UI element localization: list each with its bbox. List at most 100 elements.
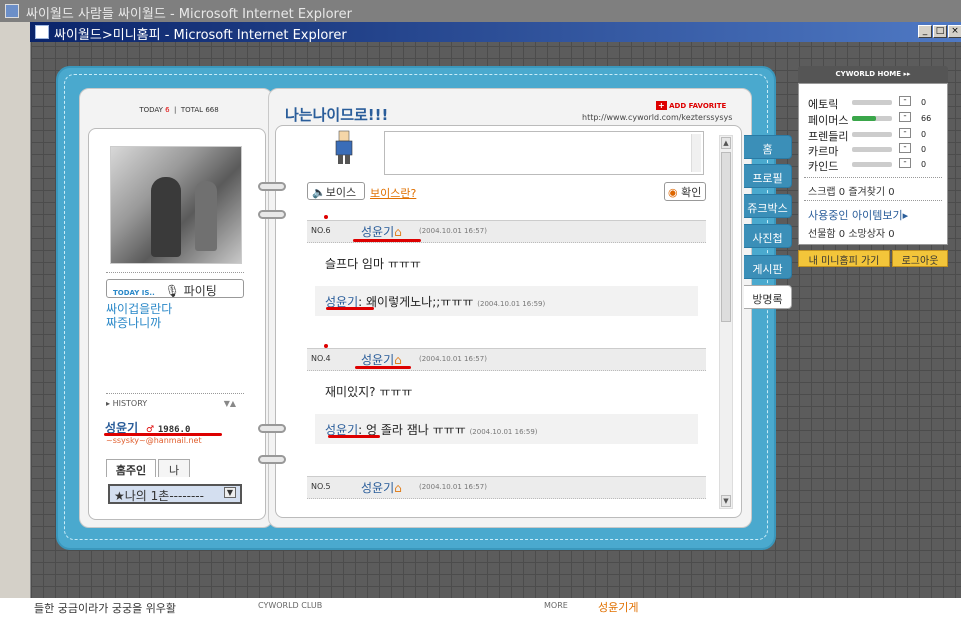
history-arrows-icon[interactable]: ▼▲ (224, 399, 236, 408)
tab-board[interactable]: 게시판 (744, 255, 792, 279)
guestbook-entry: NO.6 성윤기⌂ (2004.10.01 16:57) 슬프다 임마 ㅠㅠㅠ … (307, 220, 706, 332)
tab-home[interactable]: 홈 (744, 135, 792, 159)
mood-text: 파이팅 (183, 284, 217, 298)
cyworld-home-title[interactable]: CYWORLD HOME ▸▸ (798, 66, 948, 83)
entry-text: 슬프다 임마 ㅠㅠㅠ (325, 257, 421, 271)
stat-label: 카인드 (808, 160, 839, 173)
entry-number: NO.4 (311, 354, 331, 363)
home-icon[interactable]: ⌂ (394, 481, 402, 495)
profile-message: 싸이겁을란다 짜증나니까 (106, 302, 256, 330)
home-icon[interactable]: ⌂ (394, 353, 402, 367)
tab-guestbook[interactable]: 방명록 (744, 285, 792, 309)
scroll-up-icon[interactable]: ▲ (721, 137, 731, 149)
voice-button[interactable]: 🔈보이스 (307, 182, 365, 200)
history-label: HISTORY (112, 399, 148, 408)
stat-bar (852, 147, 892, 152)
stat-value: 66 (921, 114, 932, 123)
stat-label: 카르마 (808, 145, 839, 158)
reply-time: (2004.10.01 16:59) (469, 428, 538, 436)
window-title: 싸이월드>미니홈피 - Microsoft Internet Explorer (54, 28, 347, 43)
outer-name[interactable]: 성윤기게 (598, 599, 638, 615)
guestbook-scrollbar[interactable]: ▲ ▼ (719, 135, 733, 509)
plus-icon: + (656, 101, 667, 110)
confirm-button-label: 확인 (681, 186, 702, 199)
guestbook-textarea[interactable] (384, 131, 704, 175)
stat-bar (852, 132, 892, 137)
ie-icon (35, 25, 49, 39)
hompy-url[interactable]: http://www.cyworld.com/kezterssysys (582, 113, 732, 122)
logout-button[interactable]: 로그아웃 (892, 250, 948, 267)
voice-button-label: 보이스 (325, 186, 357, 199)
entry-reply: 성윤기: 엉 졸라 잼나 ㅠㅠㅠ (2004.10.01 16:59) (315, 414, 698, 444)
tab-profile[interactable]: 프로필 (744, 164, 792, 188)
stat-value: 0 (921, 130, 927, 139)
stat-value: 0 (921, 160, 927, 169)
today-is-label: TODAY IS.. (113, 289, 155, 297)
visitor-counter: TODAY 6 | TOTAL 668 (139, 106, 219, 114)
stat-bar (852, 162, 892, 167)
entry-time: (2004.10.01 16:57) (419, 227, 487, 235)
maximize-button[interactable]: □ (933, 25, 947, 38)
tab-jukebox[interactable]: 쥬크박스 (744, 194, 792, 218)
dropdown-arrow-icon[interactable]: ▼ (223, 487, 236, 498)
stat-value: 0 (921, 98, 927, 107)
today-count: 6 (165, 106, 170, 114)
red-dot (324, 344, 328, 348)
stat-bar-fill (852, 116, 876, 121)
items-link-label: 사용중인 아이템보기 (808, 209, 903, 222)
add-favorite-label: ADD FAVORITE (669, 102, 727, 110)
history-header[interactable]: ▸ HISTORY ▼▲ (106, 399, 236, 408)
binder-ring (258, 182, 286, 191)
total-label: TOTAL (180, 106, 204, 114)
club-label[interactable]: CYWORLD CLUB (258, 601, 322, 610)
entry-author[interactable]: 성윤기⌂ (361, 223, 402, 240)
more-link[interactable]: MORE (544, 601, 568, 610)
outer-window-title-text: 싸이월드 사람들 싸이월드 - Microsoft Internet Explo… (26, 7, 352, 22)
stat-minus-button[interactable]: - (899, 96, 911, 106)
today-is-box[interactable]: TODAY IS.. 🎙 파이팅 (106, 279, 244, 298)
scrap-info[interactable]: 스크랩 0 즐겨찾기 0 (808, 183, 895, 198)
stat-minus-button[interactable]: - (899, 128, 911, 138)
outer-window-toolbar (0, 22, 30, 619)
red-underline (353, 239, 421, 242)
stat-minus-button[interactable]: - (899, 158, 911, 168)
entry-author[interactable]: 성윤기⌂ (361, 479, 402, 496)
gift-info[interactable]: 선물함 0 소망상자 0 (808, 225, 895, 240)
hompy-title: 나는나이므로!!! (285, 106, 389, 124)
outer-window-title: 싸이월드 사람들 싸이월드 - Microsoft Internet Explo… (0, 0, 961, 22)
binder-ring (258, 210, 286, 219)
tab-owner[interactable]: 홈주인 (106, 459, 156, 477)
scroll-thumb[interactable] (721, 152, 731, 322)
divider (106, 272, 244, 273)
arrow-right-icon: ▸ (902, 209, 909, 222)
items-link[interactable]: 사용중인 아이템보기▸ (808, 207, 908, 223)
owner-email[interactable]: ~ssysky~@hanmail.net (106, 436, 202, 445)
ilchon-select[interactable]: ★나의 1촌-------- ▼ (108, 484, 242, 504)
add-favorite-link[interactable]: + ADD FAVORITE (656, 101, 726, 110)
minimize-button[interactable]: _ (918, 25, 932, 38)
guestbook-entry: NO.5 성윤기⌂ (2004.10.01 16:57) (307, 476, 706, 508)
stat-bar (852, 116, 892, 121)
scroll-down-icon[interactable]: ▼ (721, 495, 731, 507)
stat-label: 페이머스 (808, 114, 849, 127)
my-minihome-button[interactable]: 내 미니홈피 가기 (798, 250, 890, 267)
confirm-button[interactable]: ◉ 확인 (664, 182, 706, 201)
entry-number: NO.6 (311, 226, 331, 235)
entry-number: NO.5 (311, 482, 331, 491)
cyworld-home-label: CYWORLD HOME (835, 70, 902, 78)
textarea-scrollbar[interactable] (691, 134, 701, 172)
total-count: 668 (205, 106, 219, 114)
stat-minus-button[interactable]: - (899, 143, 911, 153)
stat-value: 0 (921, 145, 927, 154)
message-line-2: 짜증나니까 (106, 316, 162, 330)
speaker-icon: 🔈 (312, 186, 326, 199)
close-button[interactable]: × (948, 25, 961, 38)
red-underline (355, 366, 411, 369)
voice-help-link[interactable]: 보이스란? (370, 185, 416, 201)
today-label: TODAY (139, 106, 163, 114)
stat-minus-button[interactable]: - (899, 112, 911, 122)
tab-photo[interactable]: 사진첩 (744, 224, 792, 248)
home-icon[interactable]: ⌂ (394, 225, 402, 239)
mood-icon: 🎙 (164, 284, 180, 298)
tab-me[interactable]: 나 (158, 459, 190, 477)
